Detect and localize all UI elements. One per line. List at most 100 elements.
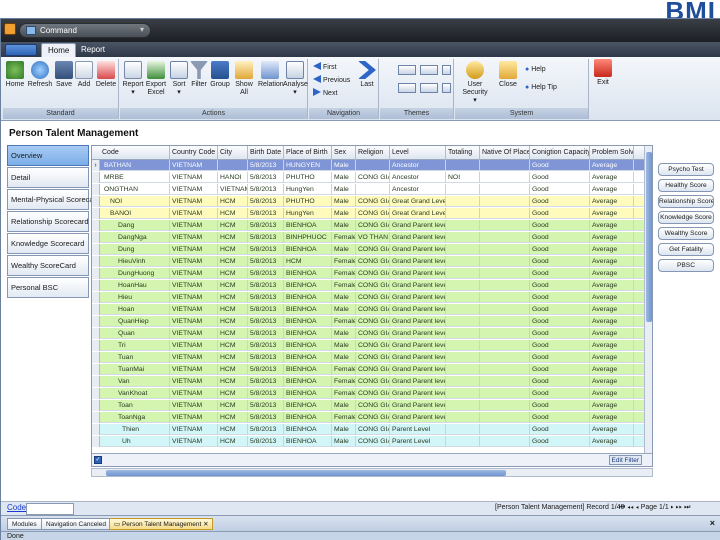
table-cell[interactable] [480, 172, 530, 183]
table-cell[interactable]: PHUTHO [284, 196, 332, 207]
table-cell[interactable]: Female [332, 364, 356, 375]
column-header[interactable]: Place of Birth [284, 146, 332, 160]
table-cell[interactable]: VIETNAM [170, 376, 218, 387]
column-header[interactable]: Native Of Place [480, 146, 530, 160]
tab-navigation-canceled[interactable]: Navigation Canceled [41, 518, 111, 530]
table-cell[interactable] [480, 388, 530, 399]
table-cell[interactable] [480, 280, 530, 291]
nav-detail[interactable]: Detail [7, 167, 89, 188]
table-cell[interactable]: NOI [100, 196, 170, 207]
theme-swatch-6[interactable] [442, 83, 451, 93]
table-cell[interactable]: Good [530, 376, 590, 387]
nav-wealthy-scorecard[interactable]: Wealthy ScoreCard [7, 255, 89, 276]
save-button[interactable]: Save [55, 61, 73, 89]
table-cell[interactable]: 5/8/2013 [248, 196, 284, 207]
table-cell[interactable]: CONG GIAO [356, 340, 390, 351]
table-cell[interactable] [446, 208, 480, 219]
refresh-button[interactable]: Refresh [27, 61, 53, 89]
table-row[interactable]: QuanHiep VIETNAM HCM 5/8/2013 BIENHOA Female C… [92, 316, 644, 327]
table-cell[interactable] [480, 232, 530, 243]
file-menu-button[interactable] [5, 44, 37, 56]
table-cell[interactable]: VIETNAM [170, 316, 218, 327]
column-header[interactable]: Sex [332, 146, 356, 160]
vertical-scrollbar[interactable] [644, 146, 652, 466]
table-cell[interactable]: CONG GIAO [356, 268, 390, 279]
table-cell[interactable]: 5/8/2013 [248, 172, 284, 183]
table-cell[interactable]: Grand Parent level [390, 232, 446, 243]
table-cell[interactable]: HCM [218, 364, 248, 375]
table-cell[interactable]: CONG GIAO [356, 436, 390, 447]
table-row[interactable]: Tuan VIETNAM HCM 5/8/2013 BIENHOA Male CONG GI… [92, 352, 644, 363]
table-cell[interactable] [480, 412, 530, 423]
tab-close-icon[interactable]: ✕ [203, 521, 208, 528]
row-indicator[interactable] [92, 316, 100, 327]
table-cell[interactable]: Tuan [100, 352, 170, 363]
table-cell[interactable]: Dung [100, 244, 170, 255]
table-row[interactable]: HieuVinh VIETNAM HCM 5/8/2013 HCM Female CONG … [92, 256, 644, 267]
table-cell[interactable]: 5/8/2013 [248, 184, 284, 195]
table-cell[interactable]: BIENHOA [284, 244, 332, 255]
last-button[interactable]: Last [357, 61, 377, 89]
table-cell[interactable]: BIENHOA [284, 412, 332, 423]
table-cell[interactable] [446, 268, 480, 279]
table-cell[interactable] [446, 412, 480, 423]
theme-swatch-4[interactable] [398, 83, 416, 93]
table-cell[interactable]: CONG GIAO [356, 256, 390, 267]
table-cell[interactable]: HCM [218, 220, 248, 231]
table-cell[interactable]: VIETNAM [170, 220, 218, 231]
table-cell[interactable]: Average [590, 268, 634, 279]
table-cell[interactable]: 5/8/2013 [248, 340, 284, 351]
table-cell[interactable]: VIETNAM [170, 412, 218, 423]
row-indicator[interactable] [92, 280, 100, 291]
table-cell[interactable]: HCM [218, 412, 248, 423]
column-header[interactable]: Birth Date [248, 146, 284, 160]
table-cell[interactable]: CONG GIAO [356, 280, 390, 291]
table-cell[interactable]: Good [530, 328, 590, 339]
table-cell[interactable] [446, 388, 480, 399]
table-row[interactable]: › BATHAN VIETNAM 5/8/2013 HUNGYEN Male Ancesto… [92, 160, 644, 171]
table-cell[interactable] [480, 364, 530, 375]
table-cell[interactable]: Good [530, 316, 590, 327]
table-cell[interactable]: Male [332, 208, 356, 219]
table-row[interactable]: BANOI VIETNAM HCM 5/8/2013 HungYen Male CONG G… [92, 208, 644, 219]
table-cell[interactable]: Grand Parent level [390, 388, 446, 399]
table-cell[interactable]: 5/8/2013 [248, 268, 284, 279]
table-cell[interactable]: 5/8/2013 [248, 208, 284, 219]
filter-button[interactable]: Filter [190, 61, 208, 89]
table-cell[interactable]: Toan [100, 400, 170, 411]
table-cell[interactable] [446, 424, 480, 435]
home-button[interactable]: Home [5, 61, 25, 89]
table-cell[interactable]: Female [332, 316, 356, 327]
table-cell[interactable] [446, 184, 480, 195]
table-cell[interactable]: VIETNAM [170, 160, 218, 171]
table-cell[interactable]: VIETNAM [170, 172, 218, 183]
table-cell[interactable]: Average [590, 364, 634, 375]
table-cell[interactable]: HieuVinh [100, 256, 170, 267]
table-cell[interactable]: HCM [218, 256, 248, 267]
table-row[interactable]: ToanNga VIETNAM HCM 5/8/2013 BIENHOA Female CO… [92, 412, 644, 423]
table-row[interactable]: VanKhoat VIETNAM HCM 5/8/2013 BIENHOA Female C… [92, 388, 644, 399]
delete-button[interactable]: Delete [95, 61, 117, 89]
help-tip-button[interactable]: ● Help Tip [525, 83, 557, 93]
table-cell[interactable]: CONG GIAO [356, 352, 390, 363]
table-cell[interactable]: VIETNAM [170, 424, 218, 435]
close-button[interactable]: Close [497, 61, 519, 89]
table-cell[interactable]: PHUTHO [284, 172, 332, 183]
table-cell[interactable] [480, 160, 530, 171]
table-cell[interactable]: Grand Parent level [390, 412, 446, 423]
next-icon[interactable]: ▸ [671, 504, 674, 511]
table-cell[interactable] [446, 328, 480, 339]
table-cell[interactable]: HCM [218, 424, 248, 435]
table-cell[interactable]: 5/8/2013 [248, 160, 284, 171]
table-cell[interactable]: Good [530, 280, 590, 291]
nav-relationship-scorecard[interactable]: Relationship Scorecard [7, 211, 89, 232]
table-cell[interactable]: Average [590, 376, 634, 387]
table-cell[interactable]: Good [530, 244, 590, 255]
table-cell[interactable]: Hieu [100, 292, 170, 303]
relationship-score-button[interactable]: Relationship Score [658, 195, 714, 208]
table-cell[interactable]: VIETNAM [170, 328, 218, 339]
table-cell[interactable]: Good [530, 208, 590, 219]
report-button[interactable]: Report ▾ [122, 61, 144, 97]
tab-modules[interactable]: Modules [7, 518, 42, 530]
table-cell[interactable]: HCM [218, 292, 248, 303]
